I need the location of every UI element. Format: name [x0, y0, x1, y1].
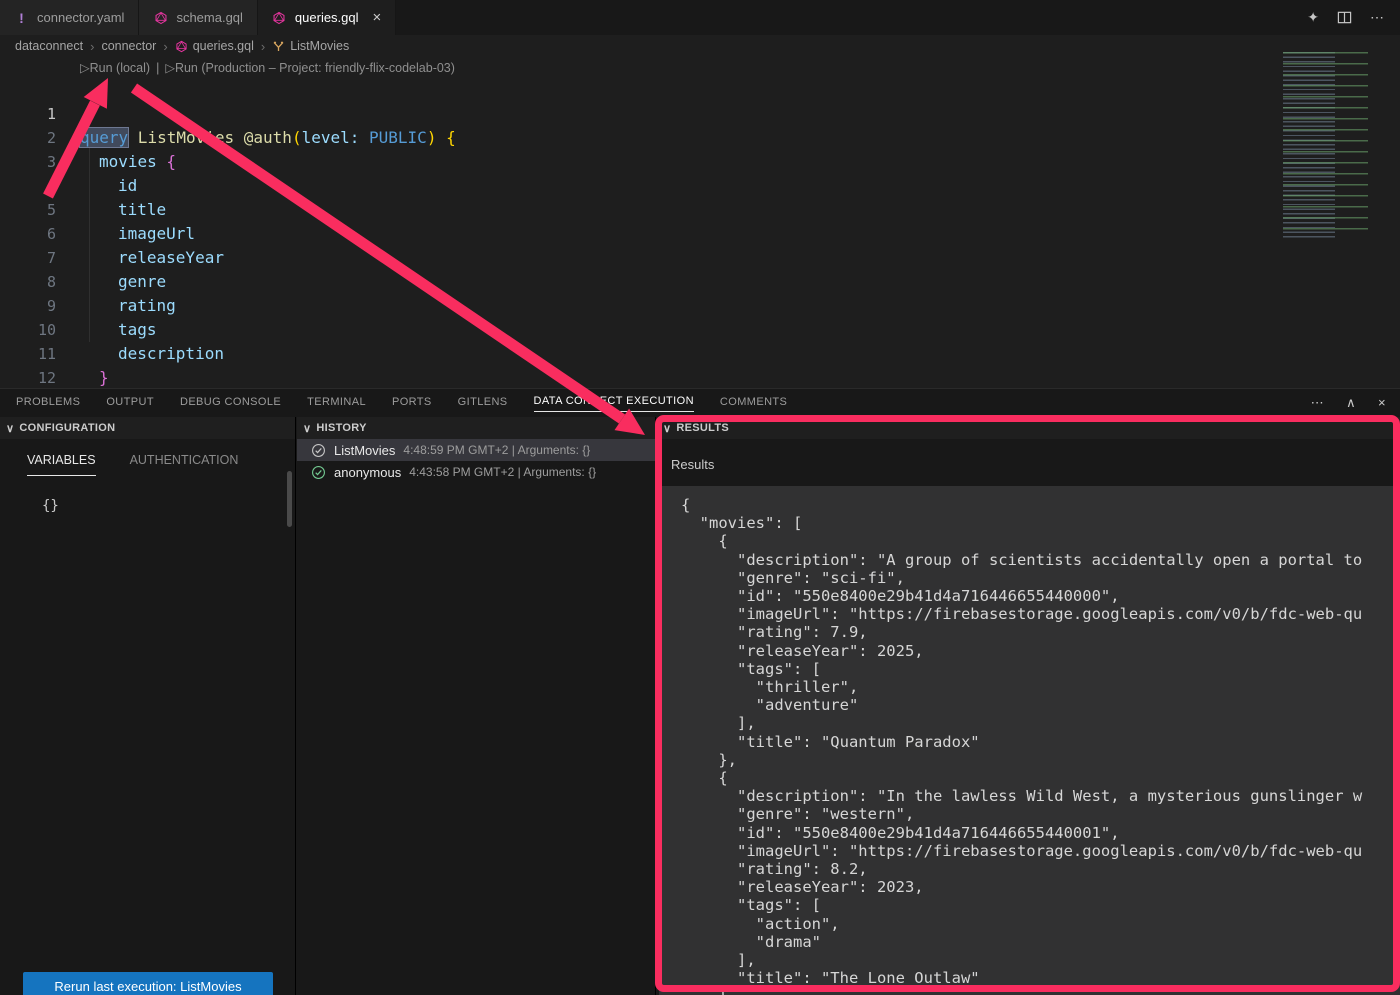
editor-actions: ✦ ⋯: [1307, 0, 1400, 35]
history-section: ∨ HISTORY ListMovies 4:48:59 PM GMT+2 | …: [297, 417, 656, 995]
more-actions-icon[interactable]: ⋯: [1370, 9, 1384, 26]
run-icon: ▷: [165, 61, 175, 75]
tab-label: schema.gql: [176, 10, 242, 25]
panel-tab-bar: PROBLEMS OUTPUT DEBUG CONSOLE TERMINAL P…: [0, 389, 1400, 417]
tab-problems[interactable]: PROBLEMS: [16, 396, 80, 410]
code-line-6: 6 releaseYear: [0, 198, 1400, 222]
codelens-separator: |: [156, 61, 159, 75]
breadcrumb: dataconnect › connector › queries.gql › …: [0, 35, 1400, 57]
chevron-down-icon: ∨: [663, 422, 671, 435]
history-header[interactable]: ∨ HISTORY: [297, 417, 655, 439]
close-panel-icon[interactable]: ×: [1378, 395, 1386, 411]
results-label: Results: [671, 457, 1400, 472]
code-line-10: 10 description: [0, 294, 1400, 318]
split-editor-icon[interactable]: [1337, 10, 1352, 25]
tab-queries-gql[interactable]: queries.gql ×: [258, 0, 396, 35]
code-editor[interactable]: ▷Run (local) | ▷Run (Production – Project:…: [0, 57, 1400, 388]
section-title: CONFIGURATION: [19, 422, 115, 434]
tab-debug-console[interactable]: DEBUG CONSOLE: [180, 396, 281, 410]
graphql-icon: [153, 10, 168, 25]
configuration-tabs: VARIABLES AUTHENTICATION: [0, 439, 295, 476]
configuration-section: ∨ CONFIGURATION VARIABLES AUTHENTICATION…: [0, 417, 296, 995]
graphql-icon: [175, 40, 188, 53]
tab-data-connect-execution[interactable]: DATA CONNECT EXECUTION: [534, 395, 694, 412]
history-item-name: ListMovies: [334, 443, 395, 458]
history-item-meta: 4:48:59 PM GMT+2 | Arguments: {}: [403, 443, 590, 457]
code-line-8: 8 rating: [0, 246, 1400, 270]
tab-connector-yaml[interactable]: ! connector.yaml: [0, 0, 139, 35]
breadcrumb-listmovies[interactable]: ListMovies: [272, 39, 349, 53]
editor-tab-bar: ! connector.yaml schema.gql queries.gql …: [0, 0, 1400, 35]
chevron-right-icon: ›: [90, 39, 94, 54]
run-local-link[interactable]: ▷Run (local): [80, 61, 150, 75]
history-item-anonymous[interactable]: anonymous 4:43:58 PM GMT+2 | Arguments: …: [297, 461, 655, 483]
tab-output[interactable]: OUTPUT: [106, 396, 154, 410]
check-circle-icon: [311, 443, 326, 458]
code-line-5: 5 imageUrl: [0, 174, 1400, 198]
tab-gitlens[interactable]: GITLENS: [458, 396, 508, 410]
chevron-down-icon: ∨: [6, 422, 14, 435]
configuration-header[interactable]: ∨ CONFIGURATION: [0, 417, 295, 439]
breadcrumb-label: ListMovies: [290, 39, 349, 53]
code-line-11: 11 }: [0, 318, 1400, 342]
tab-label: connector.yaml: [37, 10, 124, 25]
maximize-panel-icon[interactable]: ∧: [1346, 395, 1356, 411]
history-item-meta: 4:43:58 PM GMT+2 | Arguments: {}: [409, 465, 596, 479]
history-item-name: anonymous: [334, 465, 401, 480]
more-actions-icon[interactable]: ⋯: [1311, 395, 1324, 411]
chevron-down-icon: ∨: [303, 422, 311, 435]
scrollbar-thumb[interactable]: [287, 471, 292, 527]
yaml-warning-icon: !: [14, 10, 29, 25]
results-section: ∨ RESULTS Results { "movies": [ { "descr…: [657, 417, 1400, 995]
codelens: ▷Run (local) | ▷Run (Production – Project:…: [80, 58, 455, 78]
breadcrumb-queries-gql[interactable]: queries.gql: [175, 39, 254, 53]
run-production-link[interactable]: ▷Run (Production – Project: friendly-fli…: [165, 61, 455, 75]
code-line-1: 1 query ListMovies @auth(level: PUBLIC) …: [0, 78, 1400, 102]
section-title: RESULTS: [676, 422, 729, 434]
variables-value[interactable]: {}: [42, 498, 295, 514]
check-circle-icon: [311, 465, 326, 480]
rerun-last-execution-button[interactable]: Rerun last execution: ListMovies: [23, 972, 273, 995]
tab-schema-gql[interactable]: schema.gql: [139, 0, 257, 35]
tab-label: queries.gql: [295, 10, 359, 25]
minimap[interactable]: [1283, 52, 1398, 238]
code-line-13: 13: [0, 366, 1400, 390]
run-icon: ▷: [80, 61, 90, 75]
vscode-window: ! connector.yaml schema.gql queries.gql …: [0, 0, 1400, 995]
code-line-9: 9 tags: [0, 270, 1400, 294]
history-item-listmovies[interactable]: ListMovies 4:48:59 PM GMT+2 | Arguments:…: [297, 439, 655, 461]
tab-variables[interactable]: VARIABLES: [27, 453, 96, 476]
code-line-4: 4 title: [0, 150, 1400, 174]
close-icon[interactable]: ×: [373, 10, 382, 25]
code-line-2: 2 movies {: [0, 102, 1400, 126]
breadcrumb-dataconnect[interactable]: dataconnect: [15, 39, 83, 53]
section-title: HISTORY: [316, 422, 366, 434]
tab-terminal[interactable]: TERMINAL: [307, 396, 366, 410]
breadcrumb-connector[interactable]: connector: [101, 39, 156, 53]
tab-ports[interactable]: PORTS: [392, 396, 432, 410]
code-line-12: 12 }: [0, 342, 1400, 366]
bottom-panel: PROBLEMS OUTPUT DEBUG CONSOLE TERMINAL P…: [0, 388, 1400, 995]
results-json-output[interactable]: { "movies": [ { "description": "A group …: [659, 486, 1400, 995]
graphql-icon: [272, 10, 287, 25]
tab-comments[interactable]: COMMENTS: [720, 396, 787, 410]
chevron-right-icon: ›: [163, 39, 167, 54]
code-line-7: 7 genre: [0, 222, 1400, 246]
breadcrumb-label: queries.gql: [193, 39, 254, 53]
tab-authentication[interactable]: AUTHENTICATION: [130, 453, 239, 476]
results-header[interactable]: ∨ RESULTS: [657, 417, 1400, 439]
panel-actions: ⋯ ∧ ×: [1311, 395, 1400, 411]
sparkle-icon[interactable]: ✦: [1307, 9, 1319, 26]
listmovies-symbol-icon: [272, 40, 285, 53]
chevron-right-icon: ›: [261, 39, 265, 54]
code-line-3: 3 id: [0, 126, 1400, 150]
